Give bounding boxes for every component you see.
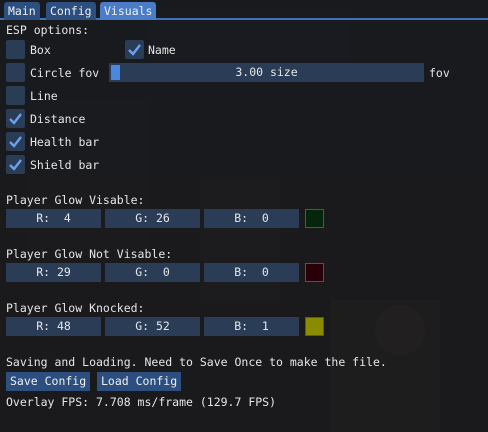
glow-knocked-heading: Player Glow Knocked: [6,301,145,315]
tab-config[interactable]: Config [46,2,96,20]
line-checkbox[interactable] [6,86,25,105]
glow-visible-color-swatch[interactable] [305,209,324,228]
health-bar-checkbox[interactable] [6,132,25,151]
distance-label: Distance [30,112,86,126]
shield-bar-label: Shield bar [30,158,100,172]
name-label: Name [148,43,176,57]
checkmark-icon [128,44,141,56]
glow-not-visible-r-field[interactable]: R: 29 [6,263,101,282]
circle-fov-label: Circle fov [30,66,100,80]
glow-knocked-g-field[interactable]: G: 52 [105,317,200,336]
esp-options-heading: ESP options: [6,23,90,37]
glow-visible-r-field[interactable]: R: 4 [6,209,101,228]
glow-visible-g-field[interactable]: G: 26 [105,209,200,228]
distance-checkbox[interactable] [6,109,25,128]
box-label: Box [30,43,51,57]
line-label: Line [30,89,58,103]
glow-visible-heading: Player Glow Visable: [6,193,145,207]
glow-knocked-color-swatch[interactable] [305,317,324,336]
checkmark-icon [9,159,22,171]
checkmark-icon [9,113,22,125]
glow-knocked-r-field[interactable]: R: 48 [6,317,101,336]
glow-not-visible-color-swatch[interactable] [305,263,324,282]
load-config-button[interactable]: Load Config [97,372,182,391]
box-checkbox[interactable] [6,40,25,59]
slider-value: 3.00 size [235,65,298,79]
shield-bar-checkbox[interactable] [6,155,25,174]
glow-not-visible-heading: Player Glow Not Visable: [6,247,173,261]
tab-bar: Main Config Visuals [0,0,488,20]
glow-knocked-b-field[interactable]: B: 1 [204,317,299,336]
save-config-button[interactable]: Save Config [6,372,91,391]
save-load-note: Saving and Loading. Need to Save Once to… [6,355,387,369]
fov-suffix-label: fov [429,66,450,80]
health-bar-label: Health bar [30,135,100,149]
tab-visuals[interactable]: Visuals [100,2,157,20]
glow-not-visible-g-field[interactable]: G: 0 [105,263,200,282]
circle-fov-checkbox[interactable] [6,63,25,82]
glow-visible-b-field[interactable]: B: 0 [204,209,299,228]
overlay-window: Main Config Visuals ESP options: Box Nam… [0,0,488,432]
checkmark-icon [9,136,22,148]
overlay-fps-readout: Overlay FPS: 7.708 ms/frame (129.7 FPS) [6,395,277,409]
tab-main[interactable]: Main [4,2,40,20]
fov-size-slider[interactable]: 3.00 size [109,63,424,82]
name-checkbox[interactable] [125,40,144,59]
glow-not-visible-b-field[interactable]: B: 0 [204,263,299,282]
